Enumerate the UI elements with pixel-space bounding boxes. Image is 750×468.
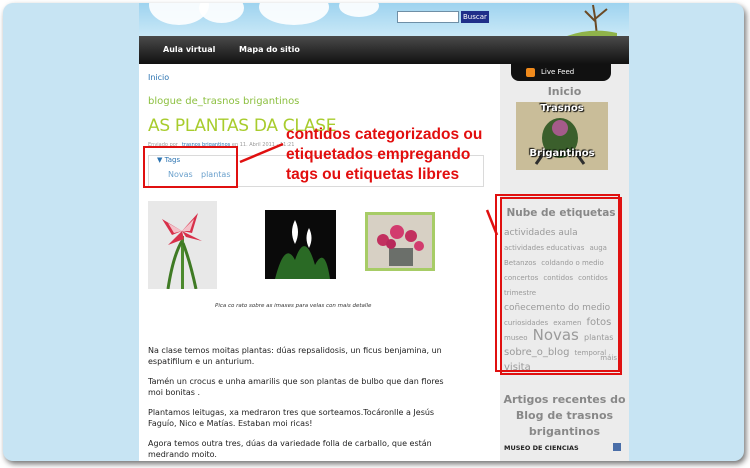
recent-post-icon[interactable]	[613, 443, 621, 451]
flower-decoration	[259, 3, 329, 25]
rss-icon	[526, 68, 535, 77]
tag-cloud-highlight-box	[495, 194, 620, 372]
live-feed-label: Live Feed	[541, 68, 575, 76]
live-feed-tab[interactable]: Live Feed	[511, 64, 611, 81]
nav-mapa-do-sitio[interactable]: Mapa do sitio	[239, 45, 300, 54]
logo-text-top: Trasnos	[540, 103, 584, 114]
amaryllis-photo[interactable]	[148, 201, 217, 289]
post-paragraph: Tamén un crocus e unha amarilis que son …	[148, 377, 444, 397]
flower-decoration	[199, 3, 244, 23]
post-paragraph: Plantamos leitugas, xa medraron tres que…	[148, 408, 435, 428]
flower-decoration	[339, 3, 379, 17]
search-input[interactable]	[397, 11, 459, 23]
browser-frame: Buscar Aula virtual Mapa do sitio Inicio…	[3, 3, 744, 461]
image-caption: Pica co rato sobre as imaxes para velas …	[215, 303, 372, 309]
crocus-photo[interactable]	[365, 212, 435, 271]
annotation-text: contidos categorizados ou etiquetados em…	[286, 126, 483, 183]
search-button[interactable]: Buscar	[461, 11, 489, 23]
breadcrumb[interactable]: Inicio	[148, 73, 169, 82]
logo-text-bottom: Brigantinos	[529, 148, 595, 159]
recent-post-item[interactable]: MUSEO DE CIENCIAS	[504, 444, 579, 452]
sidebar-inicio-heading: Inicio	[547, 85, 582, 98]
nav-aula-virtual[interactable]: Aula virtual	[163, 45, 215, 54]
tags-highlight-box	[143, 146, 238, 188]
tree-icon	[567, 4, 617, 36]
post-paragraph: Agora temos outra tres, dúas da variedad…	[148, 439, 432, 459]
main-nav: Aula virtual Mapa do sitio	[139, 36, 629, 64]
recent-posts-title: Artigos recentes do Blog de trasnos brig…	[503, 393, 626, 438]
meta-date: en 11. Abril 2011 - 11:21	[231, 142, 295, 148]
site-header: Buscar	[139, 3, 629, 36]
spathiphyllum-photo[interactable]	[265, 210, 336, 279]
blog-title[interactable]: blogue de_trasnos brigantinos	[148, 96, 299, 107]
post-paragraph: Na clase temos moitas plantas: dúas reps…	[148, 346, 442, 366]
trasnos-logo[interactable]: Trasnos Brigantinos	[516, 102, 608, 170]
main-content: Inicio blogue de_trasnos brigantinos AS …	[139, 64, 500, 461]
